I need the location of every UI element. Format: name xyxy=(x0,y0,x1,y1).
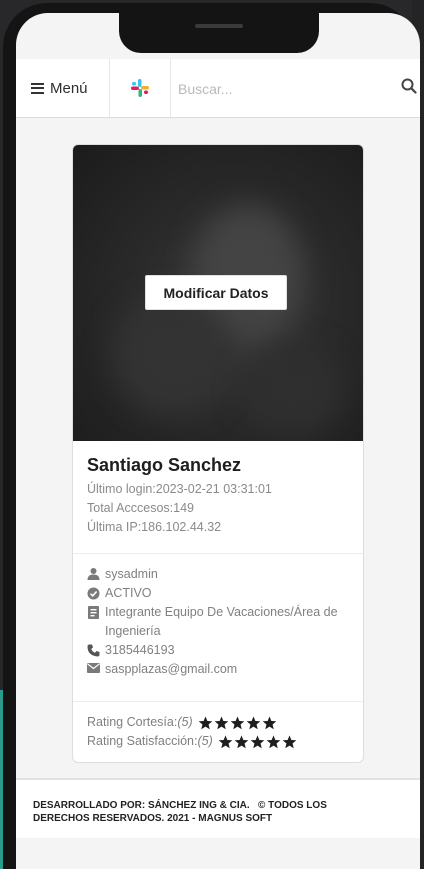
star-icon xyxy=(230,715,244,729)
username: sysadmin xyxy=(105,567,158,581)
phone-frame: Menú Buscar... Modificar Datos Santiago … xyxy=(3,3,420,869)
divider xyxy=(73,553,363,554)
id-card-icon xyxy=(88,606,99,619)
last-login: Último login:2023-02-21 03:31:01 xyxy=(87,482,272,496)
profile-cover-image: Modificar Datos xyxy=(73,145,363,441)
rating-satisfaction-label: Rating Satisfacción:(5) xyxy=(87,734,213,748)
phone-notch xyxy=(119,13,319,53)
footer-line-2: DERECHOS RESERVADOS. 2021 - MAGNUS SOFT xyxy=(33,813,273,824)
last-ip: Última IP:186.102.44.32 xyxy=(87,520,222,534)
cover-blur-shape xyxy=(113,295,233,415)
rating-courtesy-row: Rating Cortesía:(5) xyxy=(87,713,357,732)
app-logo[interactable] xyxy=(110,59,171,117)
footer-line-1: DESARROLLADO POR: SÁNCHEZ ING & CIA. © T… xyxy=(33,800,327,811)
status-text: ACTIVO xyxy=(105,586,152,600)
star-icon xyxy=(250,734,265,748)
username-row: sysadmin xyxy=(87,565,352,584)
rating-satisfaction-stars xyxy=(218,734,298,749)
search-icon[interactable] xyxy=(401,78,417,94)
star-icon xyxy=(218,734,233,748)
top-navbar: Menú xyxy=(16,59,420,118)
star-icon xyxy=(198,715,212,729)
total-access: Total Acccesos:149 xyxy=(87,501,195,515)
page-footer: DESARROLLADO POR: SÁNCHEZ ING & CIA. © T… xyxy=(16,778,420,838)
rating-satisfaction-row: Rating Satisfacción:(5) xyxy=(87,732,357,751)
modify-data-button[interactable]: Modificar Datos xyxy=(145,275,287,310)
profile-details: sysadmin ACTIVO Integrante Equipo De Vac… xyxy=(87,565,352,679)
phone-screen: Menú Buscar... Modificar Datos Santiago … xyxy=(16,13,420,869)
slack-logo-icon xyxy=(131,79,149,97)
phone-icon xyxy=(87,644,100,657)
envelope-icon xyxy=(87,663,100,673)
footer-copyright: DESARROLLADO POR: SÁNCHEZ ING & CIA. © T… xyxy=(33,799,403,825)
phone-row: 3185446193 xyxy=(87,641,352,660)
profile-info: Santiago Sanchez Último login:2023-02-21… xyxy=(87,455,352,537)
ratings-section: Rating Cortesía:(5) Rating Satisfacción:… xyxy=(87,713,357,751)
role-text: Integrante Equipo De Vacaciones/Área de … xyxy=(105,605,338,638)
cover-blur-shape xyxy=(243,345,343,435)
role-row: Integrante Equipo De Vacaciones/Área de … xyxy=(87,603,352,641)
rating-courtesy-label: Rating Cortesía:(5) xyxy=(87,715,193,729)
check-circle-icon xyxy=(87,587,100,600)
star-icon xyxy=(234,734,249,748)
search-input[interactable] xyxy=(176,73,390,105)
star-icon xyxy=(282,734,297,748)
divider xyxy=(73,701,363,702)
status-row: ACTIVO xyxy=(87,584,352,603)
profile-card: Modificar Datos Santiago Sanchez Último … xyxy=(72,144,364,763)
star-icon xyxy=(214,715,228,729)
star-icon xyxy=(266,734,281,748)
menu-button[interactable]: Menú xyxy=(16,59,110,117)
phone-number: 3185446193 xyxy=(105,643,175,657)
email-row: saspplazas@gmail.com xyxy=(87,660,352,679)
hamburger-icon xyxy=(31,82,44,94)
rating-courtesy-stars xyxy=(198,715,278,730)
star-icon xyxy=(246,715,260,729)
user-icon xyxy=(87,568,100,580)
star-icon xyxy=(262,715,276,729)
user-name: Santiago Sanchez xyxy=(87,455,242,475)
menu-label: Menú xyxy=(50,79,88,97)
email-address: saspplazas@gmail.com xyxy=(105,662,238,676)
speaker-grille xyxy=(195,24,243,28)
